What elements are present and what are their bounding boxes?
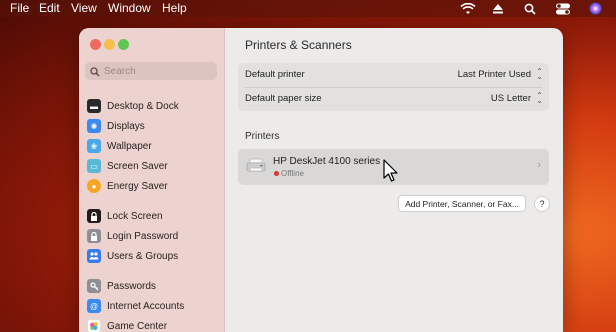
game-center-icon xyxy=(87,319,101,332)
sidebar: ▬ Desktop & Dock ✺ Displays ❀ Wallpaper … xyxy=(79,28,225,332)
search-field[interactable] xyxy=(85,62,217,80)
sidebar-item-passwords[interactable]: Passwords xyxy=(87,277,217,295)
defaults-group: Default printer Last Printer Used ⌃ ⌄ Def… xyxy=(238,63,549,111)
menu-view[interactable]: View xyxy=(71,1,97,15)
add-printer-button[interactable]: Add Printer, Scanner, or Fax... xyxy=(398,195,526,212)
search-icon xyxy=(90,64,100,82)
sidebar-item-label: Energy Saver xyxy=(107,180,168,192)
page-title: Printers & Scanners xyxy=(245,38,352,52)
sidebar-item-internet-accounts[interactable]: @ Internet Accounts xyxy=(87,297,217,315)
wifi-icon[interactable] xyxy=(460,0,476,17)
sidebar-item-label: Desktop & Dock xyxy=(107,100,179,112)
printer-status: Offline xyxy=(281,169,304,178)
menu-window[interactable]: Window xyxy=(108,1,151,15)
status-indicator xyxy=(274,171,279,176)
screen-saver-icon: ▭ xyxy=(87,159,101,173)
search-icon[interactable] xyxy=(524,0,536,17)
menu-edit[interactable]: Edit xyxy=(39,1,60,15)
chevron-right-icon[interactable]: › xyxy=(537,159,541,171)
desktop-dock-icon: ▬ xyxy=(87,99,101,113)
minimize-button[interactable] xyxy=(104,39,115,50)
help-button[interactable]: ? xyxy=(534,196,550,212)
lock-icon xyxy=(87,209,101,223)
control-center-icon[interactable] xyxy=(555,0,571,17)
printer-name: HP DeskJet 4100 series xyxy=(273,156,381,167)
default-paper-label: Default paper size xyxy=(245,93,322,104)
sidebar-item-label: Users & Groups xyxy=(107,250,179,262)
printers-section-title: Printers xyxy=(245,131,280,142)
default-printer-label: Default printer xyxy=(245,69,305,80)
sidebar-item-label: Wallpaper xyxy=(107,140,152,152)
passwords-icon xyxy=(87,279,101,293)
sidebar-item-label: Login Password xyxy=(107,230,179,242)
search-input[interactable] xyxy=(104,63,209,79)
mouse-cursor-icon xyxy=(383,159,399,188)
settings-window: ▬ Desktop & Dock ✺ Displays ❀ Wallpaper … xyxy=(79,28,563,332)
wallpaper-icon: ❀ xyxy=(87,139,101,153)
sidebar-item-energy-saver[interactable]: ● Energy Saver xyxy=(87,177,217,195)
sidebar-item-label: Internet Accounts xyxy=(107,300,185,312)
siri-icon[interactable] xyxy=(589,0,602,17)
sidebar-item-game-center[interactable]: Game Center xyxy=(87,317,217,332)
sidebar-item-wallpaper[interactable]: ❀ Wallpaper xyxy=(87,137,217,155)
default-paper-select[interactable]: US Letter xyxy=(491,93,531,104)
chevron-updown-icon[interactable]: ⌃ ⌄ xyxy=(536,92,543,105)
menu-bar: File Edit View Window Help xyxy=(0,0,616,17)
eject-icon[interactable] xyxy=(492,0,504,17)
sidebar-item-label: Screen Saver xyxy=(107,160,168,172)
sidebar-item-label: Passwords xyxy=(107,280,156,292)
sidebar-item-label: Lock Screen xyxy=(107,210,163,222)
sidebar-item-users-groups[interactable]: Users & Groups xyxy=(87,247,217,265)
sidebar-item-label: Game Center xyxy=(107,320,168,332)
users-groups-icon xyxy=(87,249,101,263)
menu-help[interactable]: Help xyxy=(162,1,187,15)
sidebar-item-desktop-dock[interactable]: ▬ Desktop & Dock xyxy=(87,97,217,115)
default-printer-row: Default printer Last Printer Used ⌃ ⌄ xyxy=(238,63,549,87)
sidebar-item-screen-saver[interactable]: ▭ Screen Saver xyxy=(87,157,217,175)
menu-file[interactable]: File xyxy=(10,1,29,15)
login-password-icon xyxy=(87,229,101,243)
default-paper-row: Default paper size US Letter ⌃ ⌄ xyxy=(238,87,549,111)
sidebar-item-login-password[interactable]: Login Password xyxy=(87,227,217,245)
sidebar-item-label: Displays xyxy=(107,120,145,132)
sidebar-item-lock-screen[interactable]: Lock Screen xyxy=(87,207,217,225)
zoom-button[interactable] xyxy=(118,39,129,50)
displays-icon: ✺ xyxy=(87,119,101,133)
default-printer-select[interactable]: Last Printer Used xyxy=(458,69,531,80)
printer-icon xyxy=(246,158,266,174)
close-button[interactable] xyxy=(90,39,101,50)
energy-saver-icon: ● xyxy=(87,179,101,193)
internet-accounts-icon: @ xyxy=(87,299,101,313)
chevron-updown-icon[interactable]: ⌃ ⌄ xyxy=(536,68,543,81)
sidebar-item-displays[interactable]: ✺ Displays xyxy=(87,117,217,135)
